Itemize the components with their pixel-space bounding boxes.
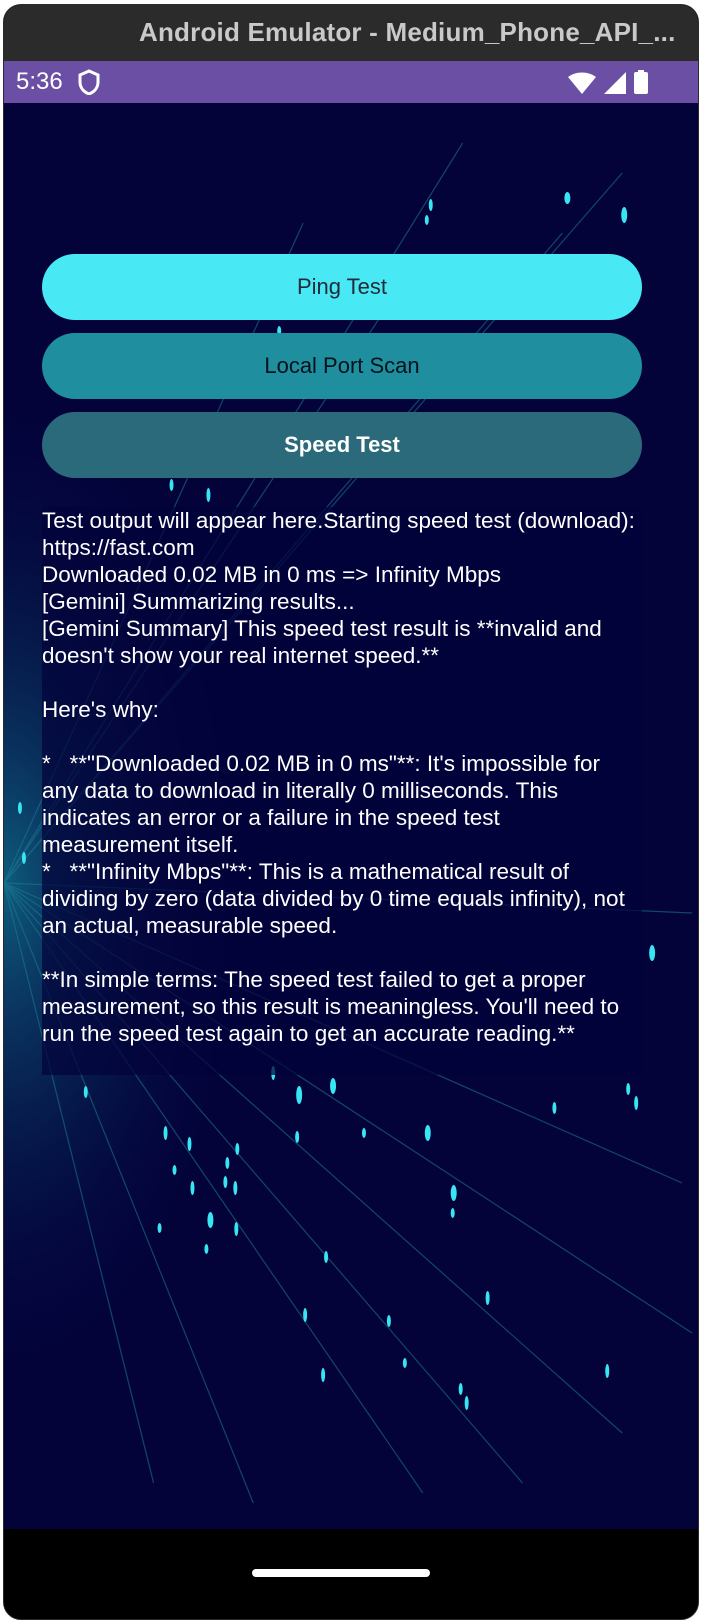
- emulator-titlebar[interactable]: Android Emulator - Medium_Phone_API_...: [4, 5, 698, 61]
- android-nav-bar: [4, 1529, 698, 1619]
- system-icons: [568, 70, 648, 94]
- android-status-bar: 5:36: [4, 61, 698, 103]
- status-time: 5:36: [16, 68, 63, 95]
- test-output-text: Test output will appear here.Starting sp…: [42, 507, 642, 1075]
- speed-test-button[interactable]: Speed Test: [42, 412, 642, 478]
- window-title: Android Emulator - Medium_Phone_API_...: [139, 17, 676, 47]
- app-screen: Ping Test Local Port Scan Speed Test Tes…: [4, 103, 698, 1529]
- battery-icon: [634, 70, 648, 94]
- ping-test-button[interactable]: Ping Test: [42, 254, 642, 320]
- wifi-icon: [568, 72, 596, 94]
- emulator-window: Android Emulator - Medium_Phone_API_... …: [3, 4, 699, 1620]
- local-port-scan-button[interactable]: Local Port Scan: [42, 333, 642, 399]
- signal-icon: [604, 72, 626, 94]
- home-gesture-handle[interactable]: [252, 1569, 430, 1577]
- shield-icon: [78, 69, 100, 95]
